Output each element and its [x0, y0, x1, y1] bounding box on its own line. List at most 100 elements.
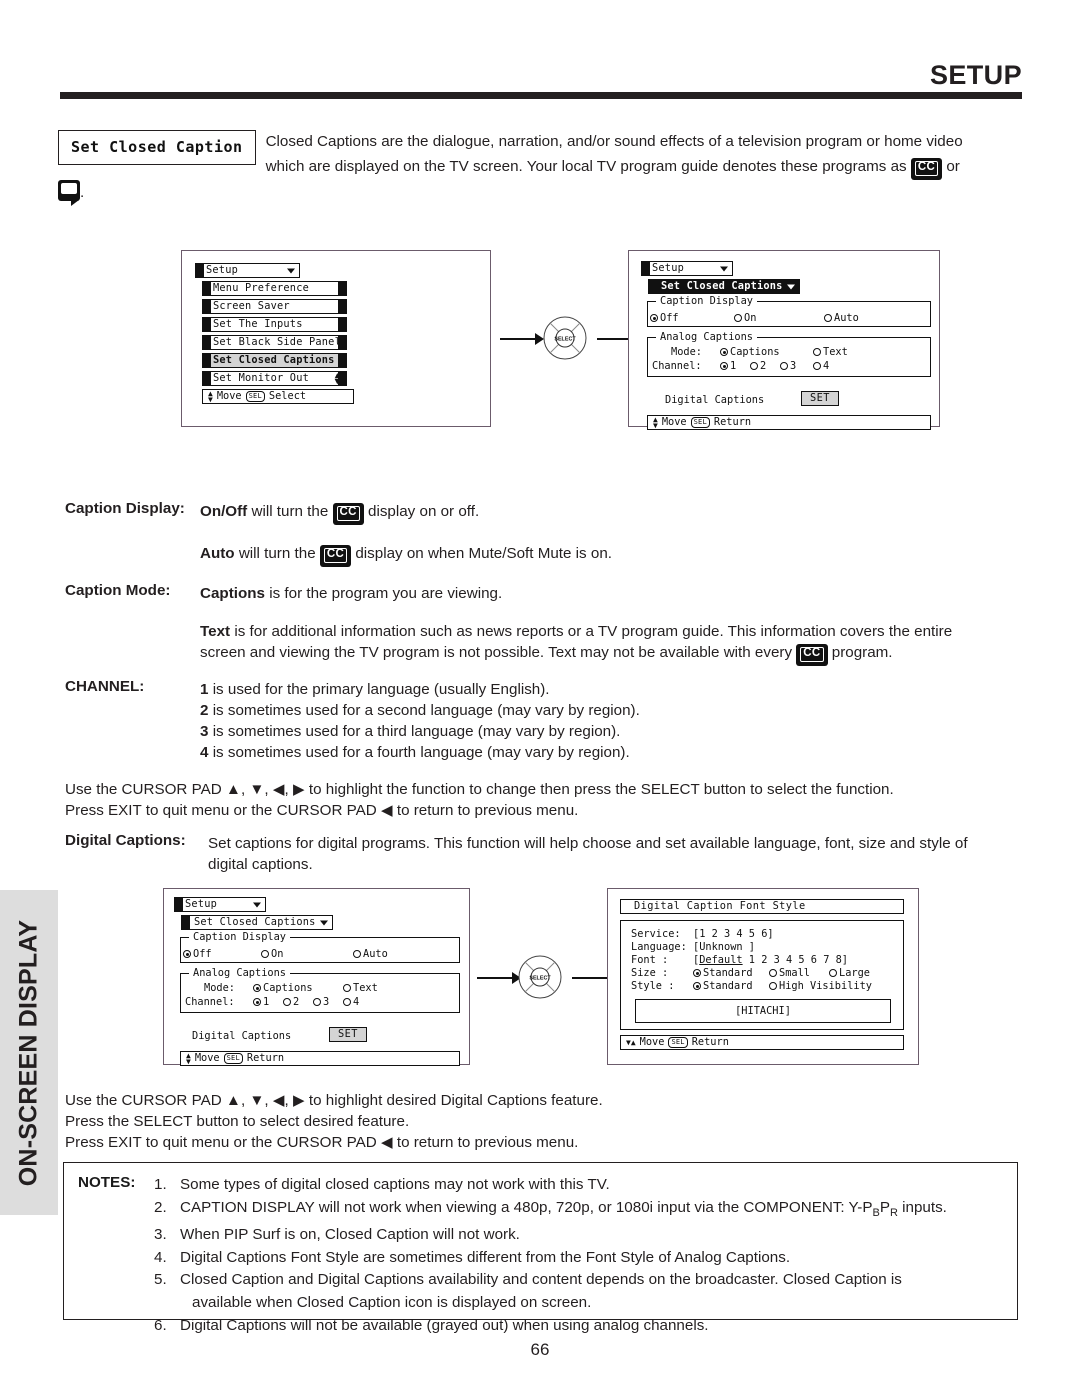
option-label: 4: [353, 996, 360, 1008]
caption-display-option-on[interactable]: On: [734, 313, 756, 323]
cursor-pad-icon: SELECT: [543, 316, 587, 360]
analog-mode-label: Mode:: [204, 982, 235, 994]
font-style-fields: Service: [1 2 3 4 5 6] Language: [Unknow…: [620, 920, 904, 1030]
option-label: 4: [823, 360, 830, 372]
osd4-title: Digital Caption Font Style: [634, 900, 806, 913]
option-label: On: [744, 312, 757, 324]
row-marker-right: [338, 282, 346, 295]
menu-item-screen-saver[interactable]: Screen Saver: [202, 299, 347, 314]
analog-captions-legend: Analog Captions: [656, 332, 757, 342]
osd1-footer: ▲ ▼ Move SEL Select: [202, 389, 354, 404]
analog-channel-label: Channel:: [652, 360, 702, 372]
size-label: Size :: [631, 967, 669, 979]
menu-item-menu-preference[interactable]: Menu Preference: [202, 281, 347, 296]
osd3-subtitle-bar[interactable]: Set Closed Captions: [181, 915, 333, 930]
analog-channel-option-3[interactable]: 3: [313, 997, 329, 1007]
channel-text: is sometimes used for a third language (…: [212, 723, 621, 740]
caption-display-option-off[interactable]: Off: [650, 313, 679, 323]
caption-display-option-off[interactable]: Off: [183, 949, 212, 959]
caption-display-option-auto[interactable]: Auto: [353, 949, 388, 959]
analog-channel-option-1[interactable]: 1: [253, 997, 269, 1007]
language-value[interactable]: [Unknown ]: [693, 942, 755, 953]
cursor-pad-icon: SELECT: [518, 955, 562, 999]
option-label: Text: [823, 346, 848, 358]
note-item: 2. CAPTION DISPLAY will not work when vie…: [154, 1197, 1005, 1225]
caption-display-onoff-line: On/Off will turn the CC display on or of…: [200, 500, 479, 525]
radio-icon: [343, 984, 351, 992]
channel-text: is used for the primary language (usuall…: [212, 681, 550, 698]
intro-line-3: .: [58, 179, 1028, 206]
digital-captions-desc-2: digital captions.: [208, 856, 313, 873]
channel-num: 1: [200, 681, 209, 698]
style-option-standard[interactable]: Standard: [693, 981, 753, 991]
size-option-small[interactable]: Small: [769, 968, 810, 978]
section-tab-label: ON-SCREEN DISPLAY: [14, 919, 43, 1186]
radio-icon: [813, 362, 821, 370]
analog-mode-option-captions[interactable]: Captions: [720, 347, 780, 357]
analog-captions-group: Analog Captions Mode: Captions Text Chan…: [647, 332, 931, 377]
manual-page: SETUP ON-SCREEN DISPLAY Set Closed Capti…: [0, 0, 1080, 1397]
channel-num: 3: [200, 723, 209, 740]
text-body-c: program.: [831, 644, 893, 661]
caption-display-option-auto[interactable]: Auto: [824, 313, 859, 323]
osd1-footer-action: Select: [268, 390, 307, 403]
analog-channel-option-1[interactable]: 1: [720, 361, 736, 371]
menu-item-set-black-side-panel[interactable]: Set Black Side Panel: [202, 335, 347, 350]
analog-mode-option-text[interactable]: Text: [343, 983, 378, 993]
header-rule: [60, 92, 1022, 100]
option-label: 2: [760, 360, 767, 372]
service-value[interactable]: [1 2 3 4 5 6]: [693, 929, 774, 940]
radio-icon: [813, 348, 821, 356]
radio-icon: [693, 969, 701, 977]
analog-channel-option-3[interactable]: 3: [780, 361, 796, 371]
caption-display-group: Caption Display Off On Auto: [647, 296, 931, 327]
note-text: Closed Caption and Digital Captions avai…: [180, 1271, 902, 1289]
font-preview-text: [HITACHI]: [735, 1004, 791, 1017]
row-marker: [182, 916, 190, 929]
menu-item-label: Set Black Side Panel: [213, 336, 341, 349]
chevron-down-icon: [253, 902, 261, 907]
analog-channel-option-4[interactable]: 4: [813, 361, 829, 371]
analog-channel-option-4[interactable]: 4: [343, 997, 359, 1007]
menu-item-label: Screen Saver: [213, 300, 290, 313]
option-label: Auto: [363, 948, 388, 960]
font-preview-box: [HITACHI]: [635, 999, 891, 1023]
channel-num: 2: [200, 702, 209, 719]
analog-channel-option-2[interactable]: 2: [283, 997, 299, 1007]
note-text: Some types of digital closed captions ma…: [180, 1176, 610, 1193]
analog-mode-option-captions[interactable]: Captions: [253, 983, 313, 993]
channel-heading: CHANNEL:: [65, 678, 145, 695]
font-value[interactable]: [Default 1 2 3 4 5 6 7 8]: [693, 955, 848, 965]
option-label: Small: [779, 967, 810, 979]
analog-mode-option-text[interactable]: Text: [813, 347, 848, 357]
radio-icon: [769, 982, 777, 990]
menu-item-set-monitor-out[interactable]: Set Monitor Out ▲▼: [202, 371, 347, 387]
analog-channel-option-2[interactable]: 2: [750, 361, 766, 371]
option-label: Standard: [703, 967, 753, 979]
page-number: 66: [530, 1340, 550, 1359]
menu-item-set-closed-captions[interactable]: Set Closed Captions: [202, 353, 347, 368]
size-option-standard[interactable]: Standard: [693, 968, 753, 978]
digital-captions-heading: Digital Captions:: [65, 832, 186, 849]
osd2-subtitle-bar[interactable]: Set Closed Captions: [648, 279, 800, 294]
osd3-footer-move: Move: [194, 1052, 220, 1065]
note-number: 2.: [154, 1198, 167, 1216]
osd2-title-marker: [642, 262, 650, 275]
cursor2-instruction-2: Press the SELECT button to select desire…: [65, 1113, 410, 1130]
row-marker-right: [338, 300, 346, 313]
onoff-text-a: will turn the: [251, 503, 329, 520]
digital-captions-set-button[interactable]: SET: [801, 391, 839, 407]
osd2-title-bar: Setup: [641, 261, 733, 276]
captions-text: is for the program you are viewing.: [269, 585, 503, 602]
digital-captions-set-button[interactable]: SET: [329, 1027, 367, 1043]
move-arrows-icon: ▲ ▼: [653, 414, 658, 430]
digital-captions-label: Digital Captions: [665, 394, 765, 406]
chevron-right-icon: [339, 356, 345, 365]
channel-text: is sometimes used for a fourth language …: [212, 744, 630, 761]
caption-display-option-on[interactable]: On: [261, 949, 283, 959]
menu-item-set-the-inputs[interactable]: Set The Inputs: [202, 317, 347, 332]
style-option-high-visibility[interactable]: High Visibility: [769, 981, 872, 991]
note-post: inputs.: [897, 1198, 947, 1216]
osd1-title-marker: [196, 264, 204, 277]
size-option-large[interactable]: Large: [829, 968, 870, 978]
